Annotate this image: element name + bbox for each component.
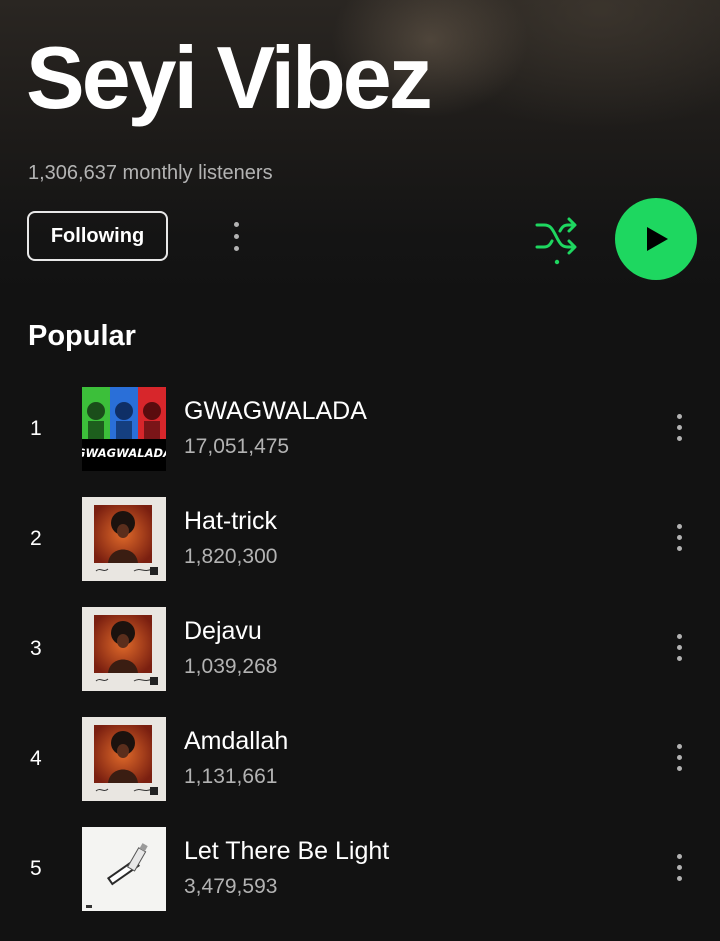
track-play-count: 1,131,661	[184, 765, 278, 788]
dot	[676, 864, 682, 870]
dot	[233, 221, 239, 227]
track-play-count: 1,039,268	[184, 655, 278, 678]
track-play-count: 1,820,300	[184, 545, 278, 568]
track-title: Amdallah	[184, 727, 289, 755]
track-row[interactable]: 3 Dejavu 1,039,268	[0, 607, 720, 695]
dot	[676, 534, 682, 540]
more-options-icon[interactable]	[666, 735, 692, 779]
track-number: 1	[30, 417, 42, 440]
track-title: Let There Be Light	[184, 837, 390, 865]
dot	[233, 245, 239, 251]
popular-section-title: Popular	[28, 320, 136, 352]
dot	[676, 545, 682, 551]
track-number: 5	[30, 857, 42, 880]
more-options-icon[interactable]	[666, 515, 692, 559]
dot	[676, 633, 682, 639]
shuffle-icon[interactable]	[534, 214, 580, 266]
play-button[interactable]	[615, 198, 697, 280]
album-art	[82, 607, 166, 691]
dot	[676, 655, 682, 661]
dot	[676, 743, 682, 749]
more-options-icon[interactable]	[222, 214, 250, 258]
track-title: Hat-trick	[184, 507, 278, 535]
dot	[676, 853, 682, 859]
monthly-listeners: 1,306,637 monthly listeners	[28, 162, 273, 184]
track-row[interactable]: 2 Hat-trick 1,820,300	[0, 497, 720, 585]
track-row[interactable]: 5 Let There Be Light 3,479,593	[0, 827, 720, 915]
track-number: 2	[30, 527, 42, 550]
dot	[233, 233, 239, 239]
more-options-icon[interactable]	[666, 845, 692, 889]
dot	[676, 413, 682, 419]
play-icon	[647, 227, 668, 251]
track-row[interactable]: 4 Amdallah 1,131,661	[0, 717, 720, 805]
more-options-icon[interactable]	[666, 405, 692, 449]
track-row[interactable]: 1 GWAGWALADA GWAGWALADA 17,051,475	[0, 387, 720, 475]
track-play-count: 3,479,593	[184, 875, 278, 898]
album-art-text: GWAGWALADA	[82, 446, 166, 460]
album-art	[82, 827, 166, 911]
dot	[676, 644, 682, 650]
artist-name: Seyi Vibez	[26, 28, 433, 127]
following-button[interactable]: Following	[27, 211, 168, 261]
track-title: Dejavu	[184, 617, 262, 645]
dot	[676, 765, 682, 771]
track-number: 3	[30, 637, 42, 660]
dot	[676, 754, 682, 760]
album-art	[82, 717, 166, 801]
album-art	[82, 497, 166, 581]
dot	[676, 875, 682, 881]
dot	[676, 435, 682, 441]
track-play-count: 17,051,475	[184, 435, 290, 458]
track-number: 4	[30, 747, 42, 770]
album-art: GWAGWALADA	[82, 387, 166, 471]
track-title: GWAGWALADA	[184, 397, 367, 425]
more-options-icon[interactable]	[666, 625, 692, 669]
dot	[676, 523, 682, 529]
dot	[676, 424, 682, 430]
